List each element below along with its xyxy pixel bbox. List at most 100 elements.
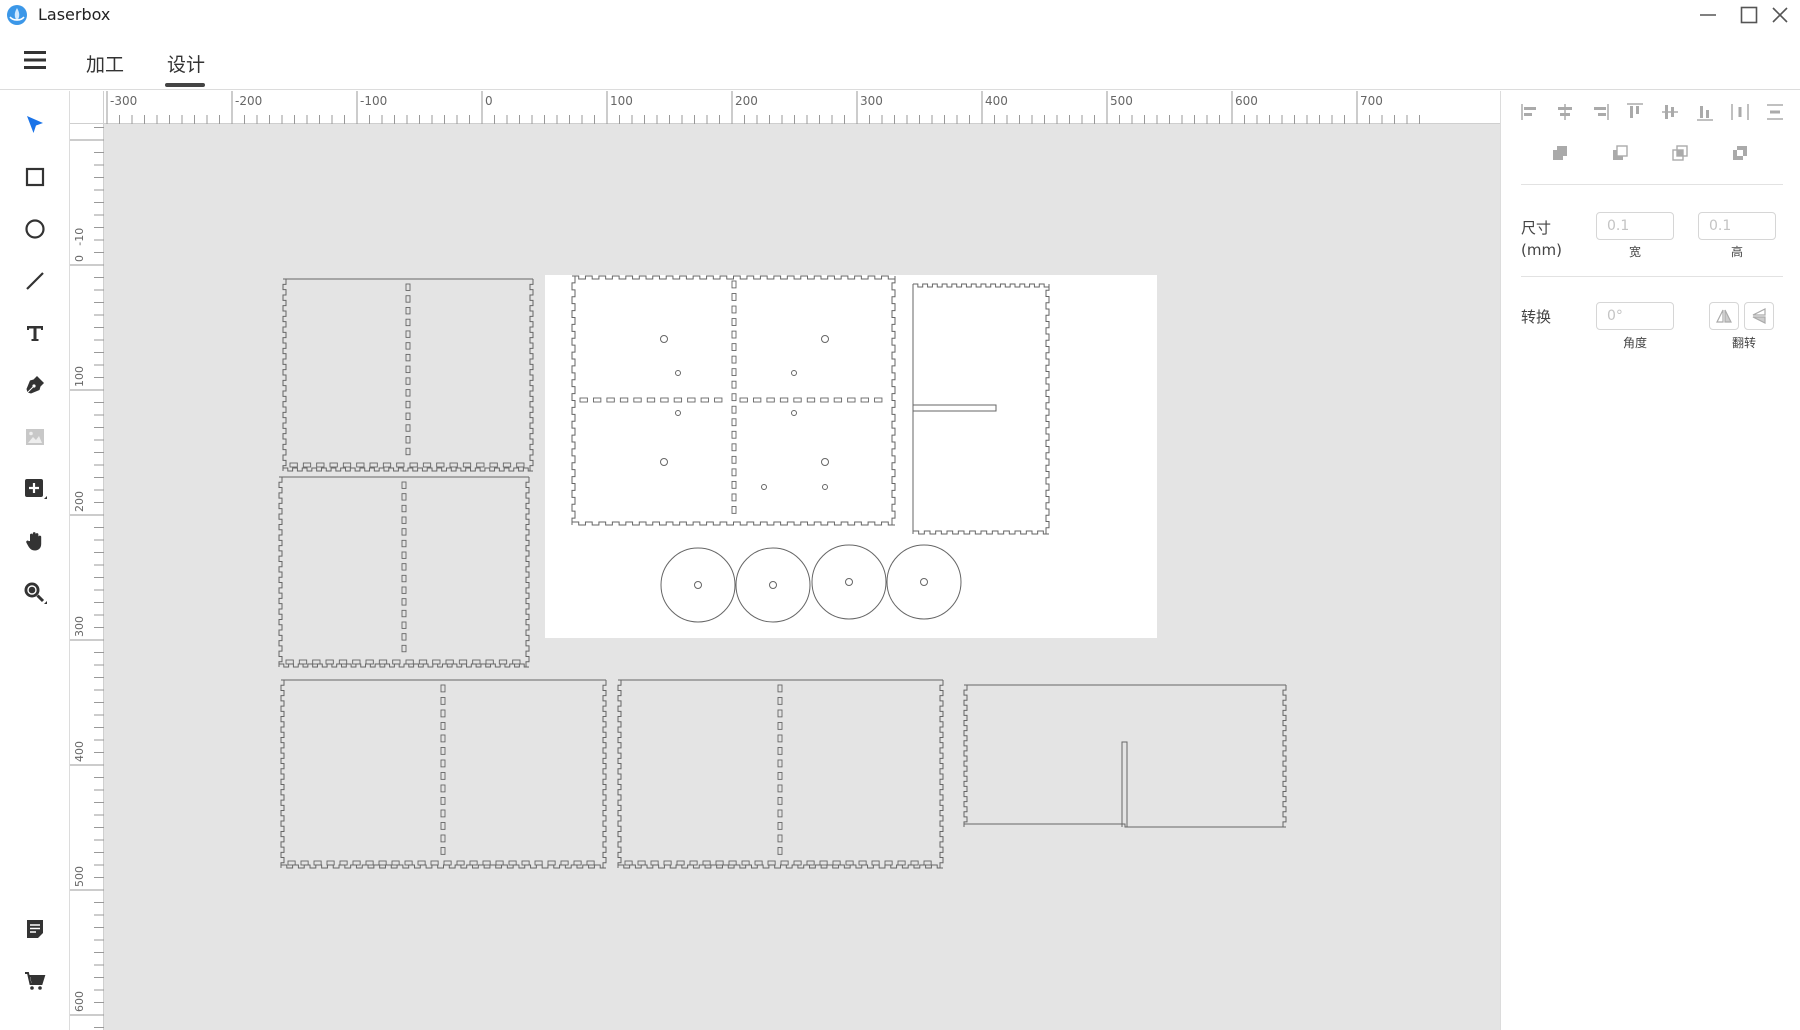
ruler-label: 400 — [73, 741, 86, 762]
ruler-label: 300 — [73, 616, 86, 637]
wheel-2[interactable] — [735, 547, 811, 623]
title-bar: Laserbox — [0, 0, 1800, 30]
ruler-label: 200 — [735, 94, 758, 108]
active-tab-indicator — [165, 83, 205, 87]
maximize-icon — [1740, 6, 1758, 24]
left-toolbar — [0, 91, 70, 1030]
laserbox-logo-icon — [7, 5, 27, 25]
ruler-label: 700 — [1360, 94, 1383, 108]
ruler-label: 500 — [73, 866, 86, 887]
box-panel-side-b[interactable] — [278, 476, 530, 668]
union-icon[interactable] — [1549, 142, 1571, 164]
ruler-label: 300 — [860, 94, 883, 108]
ellipse-tool[interactable] — [20, 214, 50, 244]
box-panel-back[interactable] — [617, 679, 944, 869]
horizontal-ruler: -300 -200 -100 0 100 200 300 400 500 600 700 — [70, 91, 1500, 124]
document-icon — [27, 920, 43, 938]
minimize-button[interactable] — [1693, 2, 1723, 28]
tab-process[interactable]: 加工 — [86, 50, 124, 77]
horizontal-ruler-scale: -300 -200 -100 0 100 200 300 400 500 600 700 — [106, 91, 1420, 124]
box-panel-divider[interactable] — [912, 283, 1050, 535]
vertical-ruler: -10 0 100 200 300 400 500 600 — [70, 124, 104, 1030]
zoom-icon — [24, 582, 47, 604]
align-center-vertical-icon[interactable] — [1659, 101, 1681, 123]
flip-horizontal-icon — [1716, 309, 1732, 323]
hamburger-menu-icon[interactable] — [22, 48, 48, 72]
menu-bar: 加工 设计 — [0, 30, 1800, 90]
box-panel-top[interactable] — [963, 684, 1287, 828]
wheel-3[interactable] — [811, 544, 887, 620]
distribute-vertical-icon[interactable] — [1764, 101, 1786, 123]
distribute-horizontal-icon[interactable] — [1729, 101, 1751, 123]
width-caption: 宽 — [1628, 245, 1641, 259]
ruler-label: 0 — [73, 255, 86, 262]
pan-tool[interactable] — [20, 526, 50, 556]
ruler-label: -300 — [110, 94, 137, 108]
ruler-label: -10 — [73, 228, 86, 246]
pen-icon — [26, 376, 44, 394]
select-tool[interactable] — [20, 110, 50, 140]
flip-horizontal-button[interactable] — [1709, 302, 1739, 330]
flip-vertical-button[interactable] — [1744, 302, 1774, 330]
subtract-icon[interactable] — [1609, 142, 1631, 164]
wheel-1[interactable] — [660, 547, 736, 623]
store-button[interactable] — [20, 966, 50, 996]
width-input[interactable] — [1596, 212, 1674, 240]
add-shape-tool[interactable] — [20, 474, 50, 504]
height-input[interactable] — [1698, 212, 1776, 240]
cart-icon — [25, 972, 46, 990]
flip-caption: 翻转 — [1731, 336, 1756, 350]
panel-divider — [1521, 184, 1783, 185]
text-tool[interactable] — [20, 318, 50, 348]
ruler-label: 600 — [73, 991, 86, 1012]
align-left-icon[interactable] — [1519, 101, 1541, 123]
ruler-label: 400 — [985, 94, 1008, 108]
line-icon — [26, 272, 44, 290]
box-panel-base[interactable] — [571, 275, 896, 526]
app-window: Laserbox 加工 设计 -300 -200 -100 0 100 200 … — [0, 0, 1800, 1030]
flip-vertical-icon — [1752, 308, 1766, 324]
maximize-button[interactable] — [1734, 2, 1764, 28]
align-top-icon[interactable] — [1624, 101, 1646, 123]
rectangle-tool[interactable] — [20, 162, 50, 192]
line-tool[interactable] — [20, 266, 50, 296]
panel-divider — [1521, 276, 1783, 277]
square-icon — [25, 167, 45, 187]
text-icon — [27, 326, 43, 341]
angle-input[interactable] — [1596, 302, 1674, 330]
ruler-corner — [70, 91, 104, 124]
ruler-label: 600 — [1235, 94, 1258, 108]
zoom-tool[interactable] — [20, 578, 50, 608]
angle-caption: 角度 — [1622, 336, 1647, 350]
size-label: 尺寸 — [1521, 219, 1552, 237]
align-center-horizontal-icon[interactable] — [1554, 101, 1576, 123]
box-panel-side-a[interactable] — [282, 278, 534, 472]
design-parts-layer — [278, 275, 1287, 869]
align-right-icon[interactable] — [1589, 101, 1611, 123]
ruler-label: 100 — [73, 366, 86, 387]
circle-icon — [25, 219, 45, 239]
exclude-icon[interactable] — [1729, 142, 1751, 164]
intersect-icon[interactable] — [1669, 142, 1691, 164]
app-title: Laserbox — [38, 5, 111, 24]
properties-panel: 尺寸 (mm) 宽 高 转换 角度 翻转 — [1500, 91, 1800, 1030]
tab-design[interactable]: 设计 — [167, 50, 205, 77]
add-box-icon — [25, 479, 47, 499]
height-caption: 高 — [1730, 245, 1743, 259]
ruler-label: -200 — [235, 94, 262, 108]
minimize-icon — [1700, 14, 1716, 16]
ruler-label: 500 — [1110, 94, 1133, 108]
ruler-label: 200 — [73, 491, 86, 512]
align-bottom-icon[interactable] — [1694, 101, 1716, 123]
design-canvas[interactable] — [104, 124, 1500, 1030]
hand-icon — [26, 532, 42, 551]
close-button[interactable] — [1765, 2, 1795, 28]
image-tool[interactable] — [20, 422, 50, 452]
vertical-ruler-scale: -10 0 100 200 300 400 500 600 — [70, 127, 104, 1028]
wheel-4[interactable] — [886, 544, 962, 620]
notes-button[interactable] — [20, 914, 50, 944]
ruler-label: 0 — [485, 94, 493, 108]
pen-tool[interactable] — [20, 370, 50, 400]
ruler-label: -100 — [360, 94, 387, 108]
box-panel-front[interactable] — [280, 679, 607, 869]
